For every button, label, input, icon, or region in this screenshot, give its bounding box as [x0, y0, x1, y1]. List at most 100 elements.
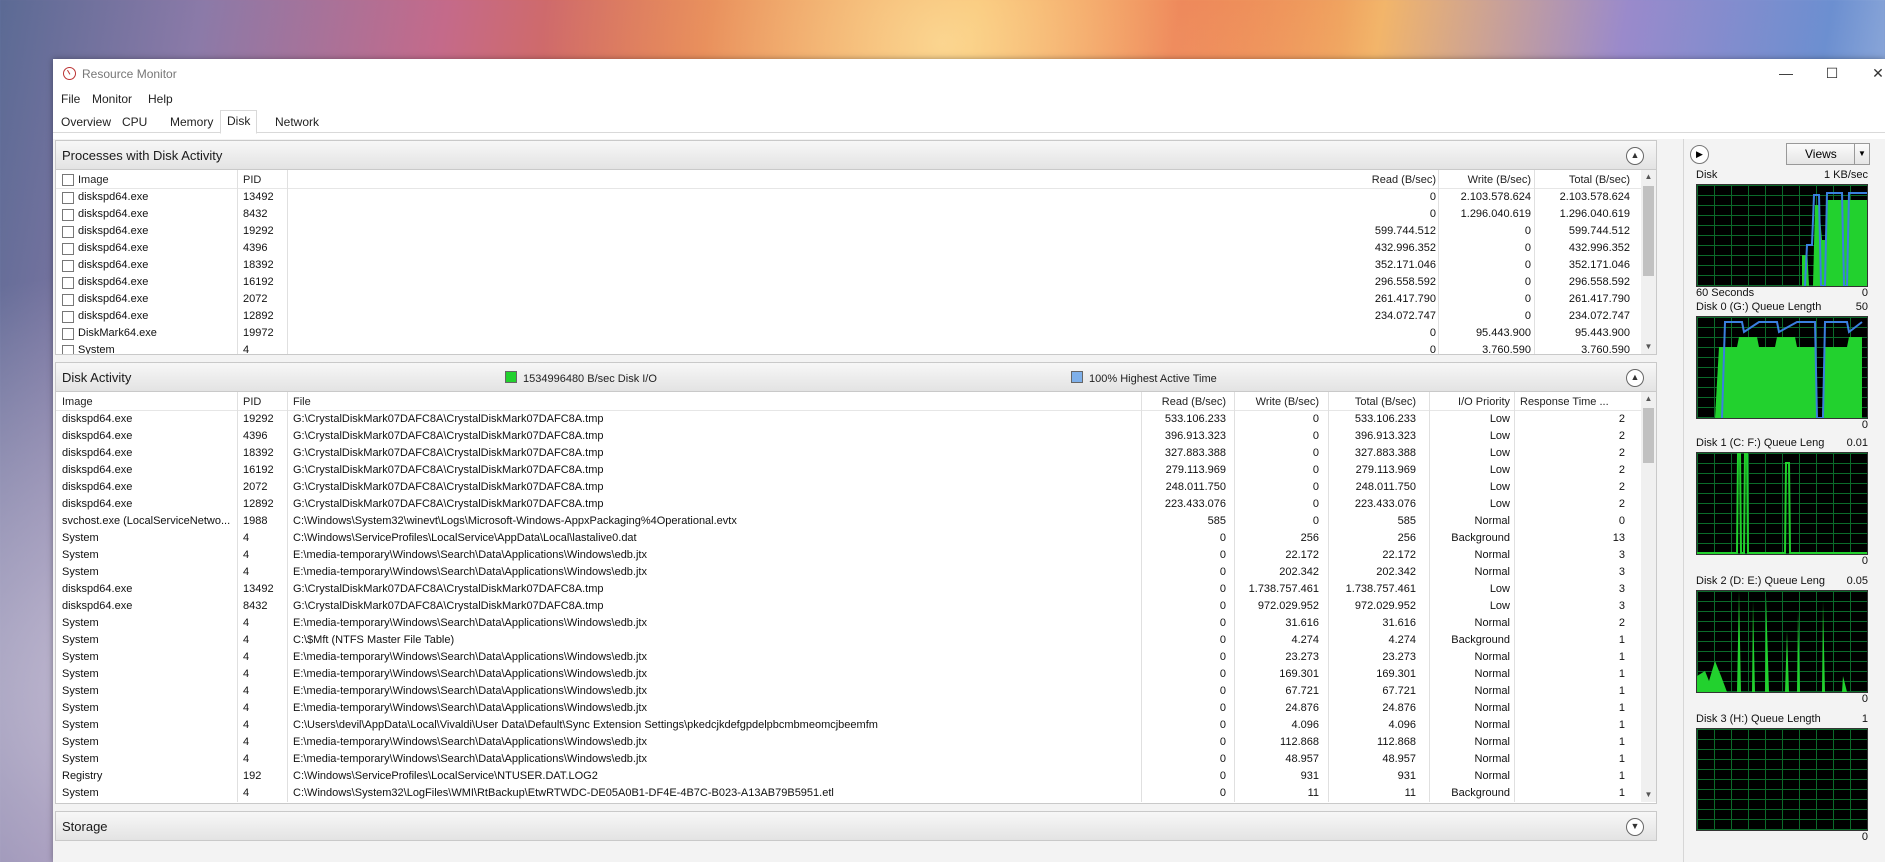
table-row[interactable]: System 4 E:\media-temporary\Windows\Search…	[56, 666, 1641, 683]
table-row[interactable]: diskspd64.exe 2072 G:\CrystalDiskMark07DAF…	[56, 479, 1641, 496]
table-row[interactable]: System 4 C:\$Mft (NTFS Master File Table) 0…	[56, 632, 1641, 649]
cell-pid: 16192	[243, 464, 274, 476]
cell-response-time: 1	[1618, 787, 1625, 799]
table-row[interactable]: diskspd64.exe 2072 261.417.790 0 261.417.790	[56, 291, 1641, 308]
collapse-sidebar-icon[interactable]: ▶	[1690, 145, 1709, 164]
col-pid[interactable]: PID	[243, 174, 261, 186]
table-row[interactable]: diskspd64.exe 13492 G:\CrystalDiskMark07DA…	[56, 581, 1641, 598]
table-row[interactable]: System 4 E:\media-temporary\Windows\Search…	[56, 649, 1641, 666]
cell-image: System	[62, 719, 99, 731]
col-total[interactable]: Total (B/sec)	[1326, 396, 1416, 408]
table-row[interactable]: System 4 C:\Windows\System32\LogFiles\WMI\…	[56, 785, 1641, 802]
row-checkbox[interactable]	[62, 277, 74, 289]
select-all-checkbox[interactable]	[62, 174, 74, 186]
table-row[interactable]: System 4 E:\media-temporary\Windows\Search…	[56, 615, 1641, 632]
col-file[interactable]: File	[293, 396, 311, 408]
storage-panel-header[interactable]: Storage ▼	[56, 812, 1656, 840]
cell-total: 234.072.747	[1568, 310, 1630, 322]
cell-write: 0	[1524, 276, 1531, 288]
row-checkbox[interactable]	[62, 192, 74, 204]
cell-response-time: 1	[1618, 719, 1625, 731]
table-row[interactable]: svchost.exe (LocalServiceNetwo... 1988 C:\…	[56, 513, 1641, 530]
graph-disk3-label: Disk 3 (H:) Queue Length	[1696, 713, 1821, 725]
cell-pid: 4396	[243, 242, 268, 254]
collapse-up-icon[interactable]: ▲	[1626, 147, 1644, 165]
col-response-time[interactable]: Response Time ...	[1520, 396, 1609, 408]
menu-monitor[interactable]: Monitor	[92, 92, 132, 106]
table-row[interactable]: System 4 E:\media-temporary\Windows\Search…	[56, 700, 1641, 717]
cell-read: 0	[1219, 617, 1226, 629]
expand-down-icon[interactable]: ▼	[1626, 818, 1644, 836]
processes-scrollbar[interactable]: ▲ ▼	[1641, 170, 1656, 354]
row-checkbox[interactable]	[62, 260, 74, 272]
row-checkbox[interactable]	[62, 345, 74, 354]
tab-cpu[interactable]: CPU	[116, 112, 153, 132]
scroll-up-icon[interactable]: ▲	[1641, 392, 1656, 406]
col-read[interactable]: Read (B/sec)	[1326, 174, 1436, 186]
views-dropdown[interactable]: Views ▼	[1786, 143, 1870, 165]
disk-activity-panel-header[interactable]: Disk Activity 1534996480 B/sec Disk I/O …	[56, 363, 1656, 392]
table-row[interactable]: System 4 C:\Users\devil\AppData\Local\Viva…	[56, 717, 1641, 734]
table-row[interactable]: System 4 E:\media-temporary\Windows\Search…	[56, 547, 1641, 564]
table-row[interactable]: diskspd64.exe 4396 G:\CrystalDiskMark07DAF…	[56, 428, 1641, 445]
table-row[interactable]: diskspd64.exe 13492 0 2.103.578.624 2.103.57…	[56, 189, 1641, 206]
scrollbar-thumb[interactable]	[1643, 408, 1654, 463]
col-read[interactable]: Read (B/sec)	[1146, 396, 1226, 408]
cell-read: 296.558.592	[1374, 276, 1436, 288]
col-total[interactable]: Total (B/sec)	[1531, 174, 1630, 186]
scroll-down-icon[interactable]: ▼	[1641, 340, 1656, 354]
disk-activity-panel-title: Disk Activity	[62, 370, 132, 385]
table-row[interactable]: diskspd64.exe 12892 234.072.747 0 234.072.74…	[56, 308, 1641, 325]
collapse-up-icon[interactable]: ▲	[1626, 369, 1644, 387]
table-row[interactable]: diskspd64.exe 16192 G:\CrystalDiskMark07DA…	[56, 462, 1641, 479]
cell-total: 31.616	[1382, 617, 1416, 629]
close-button[interactable]: ✕	[1855, 59, 1885, 88]
table-row[interactable]: diskspd64.exe 19292 G:\CrystalDiskMark07DA…	[56, 411, 1641, 428]
scroll-down-icon[interactable]: ▼	[1641, 788, 1656, 802]
cell-write: 1.296.040.619	[1460, 208, 1531, 220]
col-pid[interactable]: PID	[243, 396, 261, 408]
table-row[interactable]: diskspd64.exe 19292 599.744.512 0 599.744.51…	[56, 223, 1641, 240]
table-row[interactable]: diskspd64.exe 8432 G:\CrystalDiskMark07DAF…	[56, 598, 1641, 615]
table-row[interactable]: diskspd64.exe 16192 296.558.592 0 296.558.59…	[56, 274, 1641, 291]
table-row[interactable]: System 4 E:\media-temporary\Windows\Search…	[56, 683, 1641, 700]
maximize-button[interactable]: ☐	[1809, 59, 1855, 88]
disk-activity-scrollbar[interactable]: ▲ ▼	[1641, 392, 1656, 802]
scroll-up-icon[interactable]: ▲	[1641, 170, 1656, 184]
minimize-button[interactable]: —	[1763, 59, 1809, 88]
table-row[interactable]: diskspd64.exe 4396 432.996.352 0 432.996.352	[56, 240, 1641, 257]
graph-disk-plot	[1802, 192, 1867, 286]
table-row[interactable]: diskspd64.exe 18392 352.171.046 0 352.171.04…	[56, 257, 1641, 274]
row-checkbox[interactable]	[62, 294, 74, 306]
tab-overview[interactable]: Overview	[55, 112, 117, 132]
table-row[interactable]: System 4 E:\media-temporary\Windows\Search…	[56, 734, 1641, 751]
table-row[interactable]: diskspd64.exe 8432 0 1.296.040.619 1.296.040…	[56, 206, 1641, 223]
tab-disk[interactable]: Disk	[220, 110, 258, 134]
row-checkbox[interactable]	[62, 328, 74, 340]
menu-help[interactable]: Help	[148, 92, 173, 106]
col-io-priority[interactable]: I/O Priority	[1426, 396, 1510, 408]
col-image[interactable]: Image	[78, 174, 109, 186]
cell-image: System	[62, 753, 99, 765]
row-checkbox[interactable]	[62, 209, 74, 221]
processes-panel-header[interactable]: Processes with Disk Activity ▲	[56, 141, 1656, 170]
row-checkbox[interactable]	[62, 243, 74, 255]
col-image[interactable]: Image	[62, 396, 93, 408]
table-row[interactable]: System 4 0 3.760.590 3.760.590	[56, 342, 1641, 354]
cell-io-priority: Normal	[1474, 668, 1510, 680]
row-checkbox[interactable]	[62, 226, 74, 238]
table-row[interactable]: diskspd64.exe 18392 G:\CrystalDiskMark07DA…	[56, 445, 1641, 462]
table-row[interactable]: System 4 C:\Windows\ServiceProfiles\LocalS…	[56, 530, 1641, 547]
tab-network[interactable]: Network	[269, 112, 325, 132]
row-checkbox[interactable]	[62, 311, 74, 323]
table-row[interactable]: DiskMark64.exe 19972 0 95.443.900 95.443.900	[56, 325, 1641, 342]
menu-file[interactable]: File	[61, 92, 80, 106]
col-write[interactable]: Write (B/sec)	[1231, 396, 1319, 408]
tab-memory[interactable]: Memory	[164, 112, 219, 132]
table-row[interactable]: Registry 192 C:\Windows\ServiceProfiles\Lo…	[56, 768, 1641, 785]
table-row[interactable]: System 4 E:\media-temporary\Windows\Search…	[56, 751, 1641, 768]
table-row[interactable]: System 4 E:\media-temporary\Windows\Search…	[56, 564, 1641, 581]
col-write[interactable]: Write (B/sec)	[1436, 174, 1531, 186]
table-row[interactable]: diskspd64.exe 12892 G:\CrystalDiskMark07DA…	[56, 496, 1641, 513]
scrollbar-thumb[interactable]	[1643, 186, 1654, 276]
